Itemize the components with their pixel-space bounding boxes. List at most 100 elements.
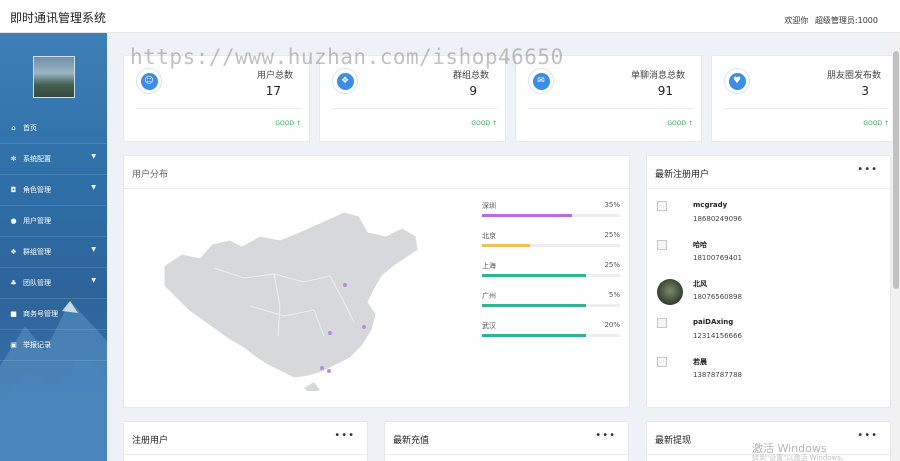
chevron-down-icon: ▼ [91,246,96,253]
city-name: 深圳 [482,202,496,210]
sidebar: ⌂ 首页 ✻ 系统配置 ▼ ◘ 角色管理 ▼ ● 用户管理 ❖ 群组管理 ▼ ♣ 团队管理 ▼ ■ 商务号管理 ▣ 举… [0,33,107,461]
stat-footer: GOOD ↑ [667,120,693,127]
stat-footer: GOOD ↑ [863,120,889,127]
map-point-guangzhou[interactable] [320,366,324,370]
mail-icon: ✉ [528,68,554,94]
sidebar-nav: ⌂ 首页 ✻ 系统配置 ▼ ◘ 角色管理 ▼ ● 用户管理 ❖ 群组管理 ▼ ♣ 团队管理 ▼ ■ 商务号管理 ▣ 举… [0,113,107,361]
user-avatar [657,279,683,305]
progress-track [482,244,620,247]
user-list-item[interactable]: 北风 18076560898 [657,279,887,315]
sidebar-avatar[interactable] [33,56,75,98]
recent-recharge-panel: 最新充值 ••• [384,421,629,461]
progress-fill [482,334,586,337]
city-name: 武汉 [482,322,496,330]
book-icon: ■ [10,310,17,318]
sidebar-item-label: 角色管理 [23,186,51,194]
panel-title: 最新充值 [393,436,430,446]
user-phone: 18076560898 [693,293,742,301]
user-name: paiDAxing [693,318,734,326]
stat-footer: GOOD ↑ [275,120,301,127]
panel-title: 注册用户 [132,436,169,446]
user-list-item[interactable]: paiDAxing 12314156666 [657,318,887,354]
sidebar-item[interactable]: ❖ 群组管理 ▼ [0,237,107,268]
more-menu-icon[interactable]: ••• [857,164,878,175]
gear-icon: ✻ [10,155,17,163]
map-point-shanghai[interactable] [362,325,366,329]
sidebar-item-label: 团队管理 [23,279,51,287]
stat-card-moments[interactable]: ♥ 朋友圈发布数 3 GOOD ↑ [711,55,898,142]
city-percent: 20% [604,321,620,329]
map-point-shenzhen[interactable] [327,369,331,373]
user-phone: 18100769401 [693,254,742,262]
sidebar-item[interactable]: ◘ 角色管理 ▼ [0,175,107,206]
stat-label: 群组总数 [452,71,489,81]
city-name: 上海 [482,262,496,270]
city-percent: 25% [604,231,620,239]
group-icon: ❖ [332,68,358,94]
user-phone: 18680249096 [693,215,742,223]
group-icon: ❖ [10,248,17,256]
page-scrollbar[interactable] [892,33,900,461]
panel-title: 最新提现 [655,436,692,446]
china-map[interactable] [154,206,424,391]
team-icon: ♣ [10,279,17,287]
more-menu-icon[interactable]: ••• [595,430,616,441]
sidebar-item[interactable]: ✻ 系统配置 ▼ [0,144,107,175]
sidebar-item-label: 首页 [23,124,37,132]
user-phone: 13878787788 [693,371,742,379]
city-percent: 25% [604,261,620,269]
panel-header: 用户分布 [124,156,629,189]
current-user-link[interactable]: 超级管理员:1000 [815,16,878,25]
progress-track [482,304,620,307]
sidebar-item[interactable]: ■ 商务号管理 [0,299,107,330]
heart-icon: ♥ [724,68,750,94]
welcome-text: 欢迎你 超级管理员:1000 [780,15,878,26]
sidebar-item[interactable]: ▣ 举报记录 [0,330,107,361]
panel-title: 最新注册用户 [655,170,710,180]
user-icon: ● [10,217,17,225]
lock-icon: ◘ [10,186,17,194]
app-title: 即时通讯管理系统 [10,11,107,25]
stat-label: 单聊消息总数 [630,71,685,81]
more-menu-icon[interactable]: ••• [334,430,355,441]
user-icon: ☺ [136,68,162,94]
user-distribution-panel: 用户分布 深圳 35% 北京 25% 上海 25% 广州 5% 武汉 20% [123,155,630,408]
progress-fill [482,214,572,217]
sidebar-item[interactable]: ♣ 团队管理 ▼ [0,268,107,299]
progress-track [482,214,620,217]
user-name: mcgrady [693,201,728,209]
progress-track [482,274,620,277]
sidebar-item-label: 商务号管理 [23,310,58,318]
stat-value: 91 [657,84,673,98]
stat-value: 9 [469,84,477,98]
scrollbar-thumb[interactable] [893,51,899,289]
chevron-down-icon: ▼ [91,277,96,284]
user-list-item[interactable]: 若晨 13878787788 [657,357,887,393]
progress-fill [482,304,586,307]
more-menu-icon[interactable]: ••• [857,430,878,441]
stat-footer: GOOD ↑ [471,120,497,127]
user-list-item[interactable]: mcgrady 18680249096 [657,201,887,237]
sidebar-item-label: 群组管理 [23,248,51,256]
panel-title: 用户分布 [132,170,169,180]
user-name: 北风 [693,280,707,288]
sidebar-item-label: 系统配置 [23,155,51,163]
user-avatar [657,240,667,250]
city-name: 广州 [482,292,496,300]
city-percent: 5% [608,291,620,299]
top-header: 即时通讯管理系统 欢迎你 超级管理员:1000 [0,0,900,33]
city-percent: 35% [604,201,620,209]
registered-users-panel: 注册用户 ••• [123,421,368,461]
site-watermark: https://www.huzhan.com/ishop46650 [130,45,564,69]
progress-track [482,334,620,337]
map-point-beijing[interactable] [343,283,347,287]
user-list-item[interactable]: 哈哈 18100769401 [657,240,887,276]
user-phone: 12314156666 [693,332,742,340]
sidebar-item[interactable]: ● 用户管理 [0,206,107,237]
sidebar-item[interactable]: ⌂ 首页 [0,113,107,144]
stat-value: 3 [861,84,869,98]
map-point-wuhan[interactable] [328,331,332,335]
progress-fill [482,244,531,247]
chevron-down-icon: ▼ [91,153,96,160]
user-avatar [657,357,667,367]
